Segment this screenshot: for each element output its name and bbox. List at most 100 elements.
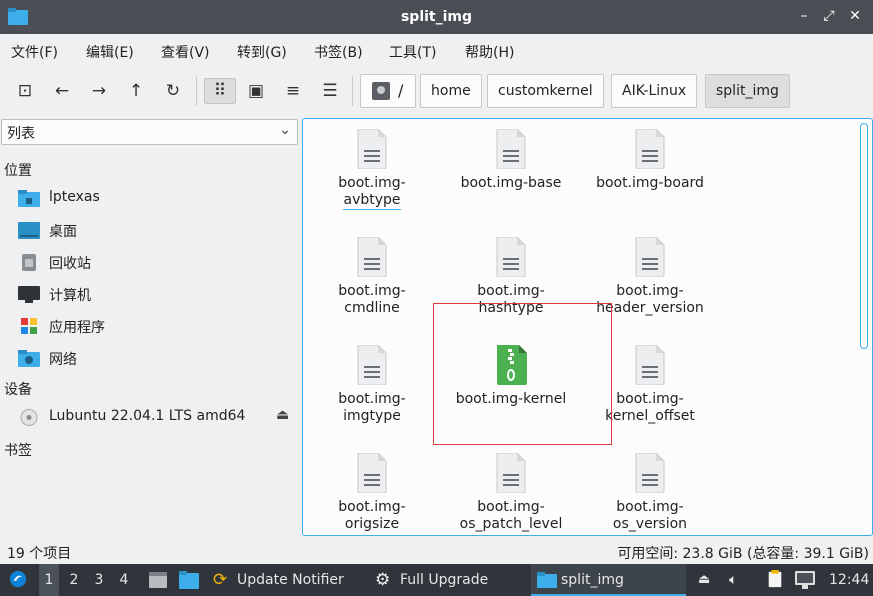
compact-view-icon[interactable]: ≡: [280, 78, 306, 104]
sidebar-item-trash[interactable]: 回收站: [18, 250, 296, 274]
clipboard-icon[interactable]: [765, 570, 785, 588]
file-name: boot.img-kernel: [445, 391, 577, 408]
file-item[interactable]: boot.img-kernel: [445, 339, 577, 443]
file-name-line: hashtype: [478, 300, 544, 316]
file-name-line: boot.img-: [338, 499, 406, 515]
sidebar-item-desktop[interactable]: 桌面: [18, 218, 296, 242]
breadcrumb-item[interactable]: customkernel: [487, 74, 604, 108]
eject-tray-icon[interactable]: ⏏: [698, 564, 710, 596]
file-item[interactable]: boot.img-imgtype: [306, 339, 438, 443]
sidebar-item-label: 网络: [49, 352, 77, 368]
file-item[interactable]: boot.img-origsize: [306, 447, 438, 535]
task-label: Full Upgrade: [400, 572, 489, 588]
trash-icon: [22, 254, 36, 271]
file-item[interactable]: boot.img-cmdline: [306, 231, 438, 335]
text-file-icon: [357, 345, 387, 385]
sidebar-item-device[interactable]: Lubuntu 22.04.1 LTS amd64 ⏏: [18, 405, 296, 429]
clock[interactable]: 12:44: [829, 564, 869, 596]
workspace-3[interactable]: 3: [91, 564, 107, 596]
workspace-1[interactable]: 1: [39, 564, 59, 596]
file-name: boot.img-cmdline: [306, 283, 438, 317]
taskbar: 1 2 3 4 ⟳ Update Notifier ⚙ Full Upgrade…: [0, 564, 873, 596]
task-label: split_img: [561, 572, 624, 588]
breadcrumb-item-current[interactable]: split_img: [705, 74, 790, 108]
file-name: boot.img-avbtype: [306, 175, 438, 210]
menu-edit[interactable]: 编辑(E): [86, 42, 134, 62]
file-item[interactable]: boot.img-board: [584, 123, 716, 227]
menu-view[interactable]: 查看(V): [161, 42, 210, 62]
lubuntu-menu-icon[interactable]: [8, 570, 28, 588]
menu-file[interactable]: 文件(F): [11, 42, 58, 62]
file-item[interactable]: boot.img-kernel_offset: [584, 339, 716, 443]
devices-header: 设备: [4, 382, 32, 398]
show-desktop-icon[interactable]: [148, 571, 168, 589]
sidebar-item-applications[interactable]: 应用程序: [18, 314, 296, 338]
workspace-2[interactable]: 2: [66, 564, 82, 596]
home-folder-icon: [18, 190, 40, 207]
maximize-icon[interactable]: ⤢: [820, 7, 838, 25]
toolbar-separator: [196, 76, 197, 106]
text-file-icon: [635, 129, 665, 169]
sidebar-item-label: 计算机: [49, 288, 91, 304]
sidebar-mode-select[interactable]: 列表 ⌄: [1, 119, 298, 145]
workspace-4[interactable]: 4: [116, 564, 132, 596]
file-name-line: boot.img-board: [596, 175, 704, 191]
eject-icon[interactable]: ⏏: [276, 407, 289, 423]
sidebar-item-home[interactable]: lptexas: [18, 186, 296, 210]
forward-arrow-icon[interactable]: →: [86, 78, 112, 104]
sidebar-item-label: Lubuntu 22.04.1 LTS amd64: [49, 408, 246, 424]
item-count: 19 个项目: [7, 546, 72, 562]
sidebar-item-network[interactable]: 网络: [18, 346, 296, 370]
new-tab-icon[interactable]: ⊡: [12, 78, 38, 104]
close-icon[interactable]: ✕: [846, 7, 864, 25]
toolbar-separator: [352, 76, 353, 106]
menu-bookmarks[interactable]: 书签(B): [314, 42, 363, 62]
file-item[interactable]: boot.img-os_patch_level: [445, 447, 577, 535]
file-name-line: boot.img-: [477, 499, 545, 515]
file-name-line: kernel_offset: [605, 408, 695, 424]
reload-icon[interactable]: ↻: [160, 78, 186, 104]
breadcrumb-item[interactable]: home: [420, 74, 482, 108]
menu-bar: 文件(F) 编辑(E) 查看(V) 转到(G) 书签(B) 工具(T) 帮助(H…: [0, 34, 873, 66]
sidebar-mode-value: 列表: [7, 126, 35, 142]
text-file-icon: [635, 453, 665, 493]
minimize-icon[interactable]: –: [795, 7, 813, 25]
sidebar-item-label: lptexas: [49, 189, 100, 205]
thumbnail-view-icon[interactable]: ▣: [243, 78, 269, 104]
scrollbar-thumb[interactable]: [860, 123, 868, 349]
task-label: Update Notifier: [237, 572, 344, 588]
menu-tools[interactable]: 工具(T): [389, 42, 436, 62]
file-name-line: cmdline: [344, 300, 400, 316]
file-item[interactable]: boot.img-base: [445, 123, 577, 227]
detailed-list-view-icon[interactable]: ☰: [317, 78, 343, 104]
up-arrow-icon[interactable]: ↑: [123, 78, 149, 104]
menu-help[interactable]: 帮助(H): [465, 42, 514, 62]
file-name-line: boot.img-base: [460, 175, 562, 191]
file-name-line: header_version: [596, 300, 704, 316]
sidebar-item-computer[interactable]: 计算机: [18, 282, 296, 306]
task-split-img[interactable]: split_img: [531, 564, 686, 596]
breadcrumb-root[interactable]: /: [360, 74, 416, 108]
monitor-icon[interactable]: [795, 571, 815, 589]
file-name-line: boot.img-: [616, 391, 684, 407]
breadcrumb-item[interactable]: AIK-Linux: [611, 74, 698, 108]
file-name-line: boot.img-: [338, 283, 406, 299]
file-name-line: os_version: [612, 516, 688, 532]
icon-view-icon[interactable]: ⠿: [204, 78, 236, 104]
file-view[interactable]: boot.img-avbtype boot.img-base boot.img-bo…: [302, 118, 873, 536]
file-item[interactable]: boot.img-os_version: [584, 447, 716, 535]
back-arrow-icon[interactable]: ←: [49, 78, 75, 104]
text-file-icon: [357, 453, 387, 493]
file-manager-launcher-icon[interactable]: [179, 571, 199, 589]
menu-go[interactable]: 转到(G): [237, 42, 287, 62]
drive-icon: [372, 82, 390, 100]
file-item[interactable]: boot.img-header_version: [584, 231, 716, 335]
file-item[interactable]: boot.img-hashtype: [445, 231, 577, 335]
file-name-line: boot.img-: [477, 283, 545, 299]
folder-icon: [537, 572, 557, 588]
toolbar: ⊡ ← → ↑ ↻ ⠿ ▣ ≡ ☰ / home customkernel AI…: [0, 66, 873, 116]
optical-disc-icon: [20, 409, 38, 426]
file-item[interactable]: boot.img-avbtype: [306, 123, 438, 227]
volume-icon[interactable]: 🔈︎: [729, 564, 737, 596]
update-notifier-icon: ⟳: [213, 570, 228, 590]
